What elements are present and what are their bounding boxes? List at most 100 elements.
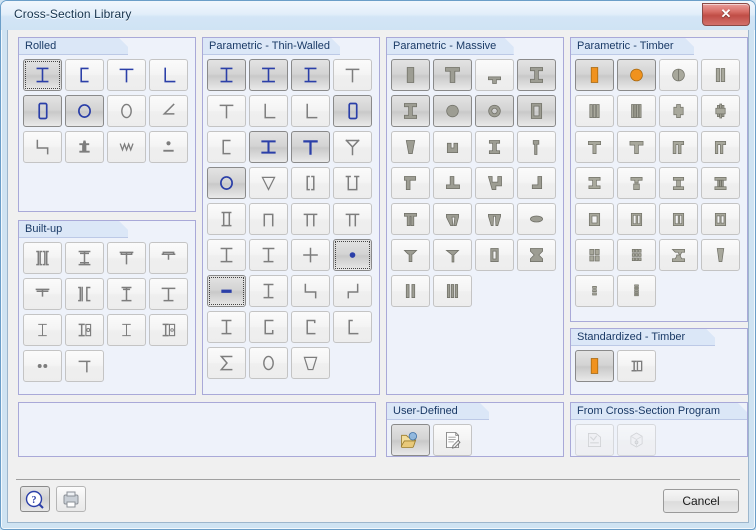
massive-double-leg3-icon[interactable] [475,203,514,235]
timber-box-open2-icon[interactable] [701,131,740,163]
thin-i-tall-icon[interactable] [249,275,288,307]
thin-plate-icon[interactable] [207,275,246,307]
rolled-corrugated-icon[interactable] [107,131,146,163]
massive-taper-icon[interactable] [391,131,430,163]
thin-angle-icon[interactable] [249,95,288,127]
timber-two-laminates-icon[interactable] [701,59,740,91]
thin-double-channel-icon[interactable] [291,167,330,199]
timber-three-laminates-icon[interactable] [575,95,614,127]
thin-i-long-icon[interactable] [207,239,246,271]
timber-double-box2-icon[interactable] [701,203,740,235]
massive-u-icon[interactable] [433,131,472,163]
massive-taper-flange-icon[interactable] [391,239,430,271]
builtup-i-with-plates-icon[interactable] [65,242,104,274]
massive-hollow-oval-icon[interactable] [475,239,514,271]
std-timber-rect-icon[interactable] [575,350,614,382]
timber-i-web-icon[interactable] [617,167,656,199]
timber-four-laminates-icon[interactable] [617,95,656,127]
massive-circle-icon[interactable] [433,95,472,127]
timber-i-icon[interactable] [575,167,614,199]
timber-rect-icon[interactable] [575,59,614,91]
rolled-sharp-angle-icon[interactable] [149,95,188,127]
massive-double-leg-icon[interactable] [391,203,430,235]
rolled-angle-l-icon[interactable] [149,59,188,91]
thin-u-icon[interactable] [333,167,372,199]
builtup-double-i-icon[interactable] [23,242,62,274]
massive-hollow-rect-icon[interactable] [517,95,556,127]
thin-i-symmetric-icon[interactable] [207,59,246,91]
massive-i-narrow-icon[interactable] [391,95,430,127]
thin-t-icon[interactable] [333,59,372,91]
builtup-i-wide-icon[interactable] [149,278,188,310]
thin-y-icon[interactable] [333,131,372,163]
thin-c-lipped-icon[interactable] [249,311,288,343]
close-button[interactable]: ✕ [702,3,750,26]
help-button[interactable]: ? [20,486,50,512]
rolled-channel-icon[interactable] [65,59,104,91]
timber-double-box-icon[interactable] [659,203,698,235]
thin-i-offset-icon[interactable] [249,239,288,271]
thin-i-unsym-icon[interactable] [249,131,288,163]
builtup-two-bars-icon[interactable] [23,350,62,382]
builtup-t-boxed-icon[interactable] [107,242,146,274]
rolled-rail-icon[interactable] [65,131,104,163]
rolled-oval-hollow-icon[interactable] [107,95,146,127]
thin-pi-wide-icon[interactable] [333,203,372,235]
massive-tee-left-icon[interactable] [391,167,430,199]
timber-i-lam-icon[interactable] [659,167,698,199]
massive-double-leg2-icon[interactable] [433,203,472,235]
rolled-rect-hollow-icon[interactable] [23,95,62,127]
massive-pin-icon[interactable] [517,131,556,163]
thin-circ-tube-icon[interactable] [207,167,246,199]
massive-two-cols-icon[interactable] [391,275,430,307]
builtup-t-double-flange-icon[interactable] [149,242,188,274]
massive-rect-icon[interactable] [391,59,430,91]
print-button[interactable] [56,486,86,512]
thin-sigma-icon[interactable] [207,347,246,379]
builtup-i-light-icon[interactable] [107,314,146,346]
rolled-i-section-icon[interactable] [23,59,62,91]
timber-stack2-icon[interactable] [617,275,656,307]
thin-t-wide-icon[interactable] [207,95,246,127]
thin-single-point-icon[interactable] [333,239,372,271]
timber-stack-icon[interactable] [575,275,614,307]
user-defined-open-folder-icon[interactable] [391,424,430,456]
timber-circle-icon[interactable] [617,59,656,91]
std-timber-io-icon[interactable] [617,350,656,382]
timber-i-lam2-icon[interactable] [701,167,740,199]
builtup-i-channel-icon[interactable] [65,278,104,310]
massive-z-icon[interactable] [475,167,514,199]
massive-t-small-icon[interactable] [475,59,514,91]
thin-trapezoid-icon[interactable] [291,347,330,379]
builtup-i-thin-icon[interactable] [23,314,62,346]
builtup-i-narrow-icon[interactable] [107,278,146,310]
massive-ellipse-icon[interactable] [517,203,556,235]
massive-ring-icon[interactable] [475,95,514,127]
thin-i-plain-icon[interactable] [207,311,246,343]
thin-rect-tube-icon[interactable] [333,95,372,127]
thin-c-rotated-icon[interactable] [291,311,330,343]
thin-oval-icon[interactable] [249,347,288,379]
rolled-z-section-icon[interactable] [23,131,62,163]
timber-multi-cross-icon[interactable] [701,95,740,127]
massive-three-cols-icon[interactable] [433,275,472,307]
massive-taper-flange2-icon[interactable] [433,239,472,271]
timber-half-circle-icon[interactable] [659,59,698,91]
builtup-t-bar-icon[interactable] [65,350,104,382]
rolled-bar-round-icon[interactable] [149,131,188,163]
rolled-t-section-icon[interactable] [107,59,146,91]
thin-t-blue-icon[interactable] [291,131,330,163]
thin-c-mirror-icon[interactable] [333,311,372,343]
thin-z-icon[interactable] [291,275,330,307]
cancel-button[interactable]: Cancel [663,489,739,513]
rolled-circular-hollow-icon[interactable] [65,95,104,127]
thin-i-tapered-icon[interactable] [249,59,288,91]
thin-taper-icon[interactable] [249,167,288,199]
timber-quad-icon[interactable] [575,239,614,271]
massive-bowtie-icon[interactable] [517,239,556,271]
timber-taper-icon[interactable] [701,239,740,271]
thin-pi-icon[interactable] [291,203,330,235]
thin-channel-icon[interactable] [207,131,246,163]
timber-grid-icon[interactable] [617,239,656,271]
timber-box-icon[interactable] [575,203,614,235]
